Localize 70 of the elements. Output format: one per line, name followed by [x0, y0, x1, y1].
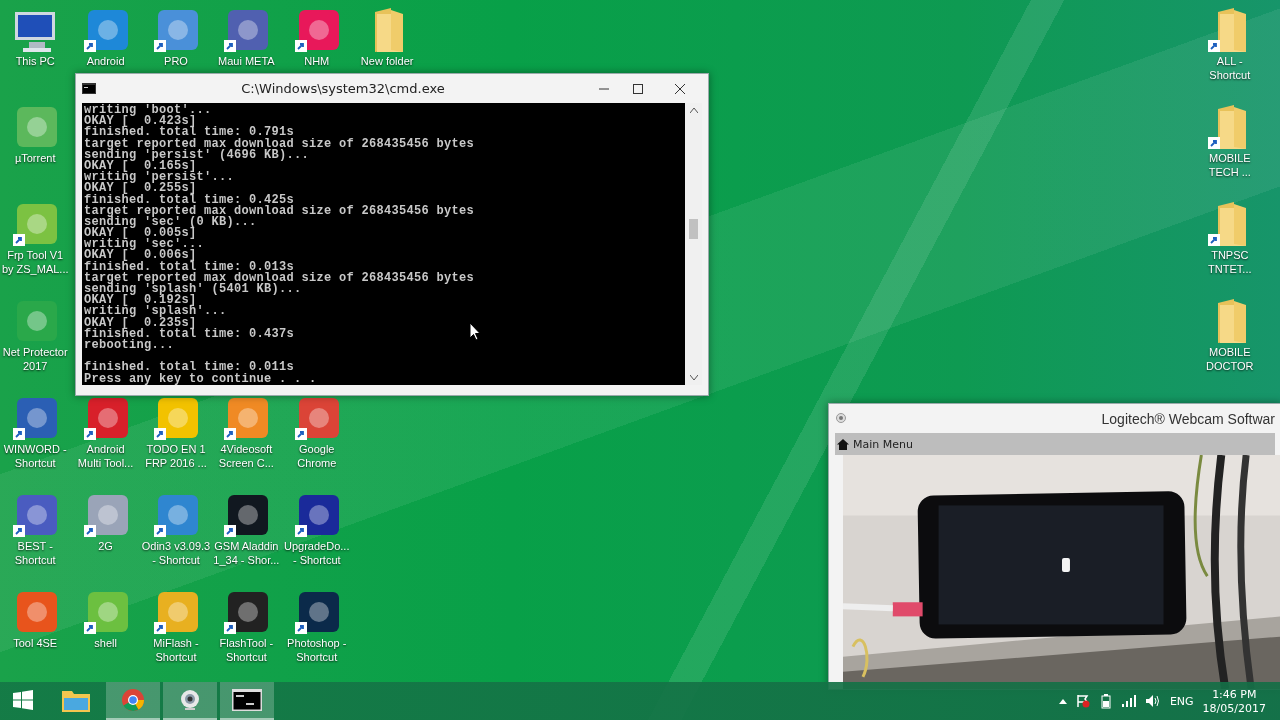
console-icon — [82, 83, 96, 94]
icon-label[interactable]: TNPSC TNTET... — [1208, 248, 1252, 276]
icon-label[interactable]: Maui META — [218, 54, 275, 68]
icon-label[interactable]: FlashTool - Shortcut — [219, 636, 274, 664]
icon-label[interactable]: MOBILE TECH ... — [1208, 151, 1251, 179]
console-line: OKAY [ 0.255s] — [84, 183, 197, 195]
clock-time[interactable]: 1:46 PM — [1212, 687, 1257, 701]
console-line: finished. total time: 0.011s — [84, 362, 295, 374]
icon-label[interactable]: Google Chrome — [297, 442, 337, 470]
scroll-thumb[interactable] — [689, 219, 698, 239]
console-line: Press any key to continue . . . — [84, 373, 317, 385]
console-line: rebooting... — [84, 339, 174, 352]
console-line: OKAY [ 0.006s] — [84, 250, 197, 262]
clock-date[interactable]: 18/05/2017 — [1202, 701, 1266, 715]
console-line: writing 'persist'... — [84, 172, 235, 184]
close-icon — [675, 83, 685, 94]
icon-label[interactable]: µTorrent — [14, 151, 56, 165]
webcam-icon — [835, 412, 847, 425]
console-line: target reported max download size of 268435456 bytes — [84, 272, 475, 284]
flag-icon[interactable] — [1075, 694, 1090, 708]
taskbar-button[interactable] — [220, 682, 274, 720]
windows-logo-icon — [13, 690, 33, 710]
signal-icon[interactable] — [1121, 695, 1136, 707]
icon-label[interactable]: Android — [86, 54, 125, 68]
console-line: writing 'splash'... — [84, 306, 227, 318]
mouse-cursor-icon — [469, 322, 481, 341]
console-line: sending 'splash' (5401 KB)... — [84, 284, 302, 296]
scroll-down-icon[interactable] — [689, 375, 698, 381]
language-indicator[interactable]: ENG — [1169, 694, 1194, 708]
icon-label[interactable]: New folder — [360, 54, 414, 68]
icon-label[interactable]: WINWORD - Shortcut — [3, 442, 67, 470]
icon-label[interactable]: PRO — [164, 54, 188, 68]
chevron-up-icon[interactable] — [1058, 698, 1067, 704]
battery-icon[interactable] — [1098, 693, 1113, 709]
main-menu-link[interactable]: Main Menu — [853, 437, 913, 451]
icon-label[interactable]: Android Multi Tool... — [77, 442, 134, 470]
console-line: OKAY [ 0.235s] — [84, 317, 197, 329]
console-icon — [232, 689, 262, 711]
console-line: finished. total time: 0.013s — [84, 261, 295, 273]
console-line: target reported max download size of 268435456 bytes — [84, 138, 475, 150]
icon-label[interactable]: Frp Tool V1 by ZS_MAL... — [1, 248, 69, 276]
home-icon[interactable] — [837, 438, 849, 450]
icon-label[interactable]: NHM — [304, 54, 330, 68]
icon-label[interactable]: Net Protector 2017 — [2, 345, 68, 373]
icon-label[interactable]: 4Videosoft Screen C... — [218, 442, 274, 470]
console-line: finished. total time: 0.791s — [84, 127, 295, 139]
icon-label[interactable]: shell — [94, 636, 117, 650]
icon-label[interactable]: Odin3 v3.09.3 - Shortcut — [141, 539, 211, 567]
icon-label[interactable]: MiFlash - Shortcut — [153, 636, 199, 664]
window-title: C:\Windows\system32\cmd.exe — [240, 81, 446, 96]
icon-label[interactable]: GSM Aladdin 1_34 - Shor... — [213, 539, 280, 567]
console-line: sending 'persist' (4696 KB)... — [84, 149, 310, 161]
console-line: finished. total time: 0.437s — [84, 328, 295, 340]
icon-label[interactable]: Tool 4SE — [13, 636, 58, 650]
console-line: target reported max download size of 268435456 bytes — [84, 205, 475, 217]
icon-label[interactable]: MOBILE DOCTOR — [1206, 345, 1254, 373]
icon-label[interactable]: BEST - Shortcut — [14, 539, 56, 567]
scroll-up-icon[interactable] — [689, 107, 698, 113]
icon-label[interactable]: This PC — [15, 54, 55, 68]
volume-icon[interactable] — [1144, 694, 1161, 708]
webcam-icon — [179, 689, 201, 711]
icon-label[interactable]: TODO EN 1 FRP 2016 ... — [145, 442, 207, 470]
icon-label[interactable]: UpgradeDo... - Shortcut — [284, 539, 350, 567]
window-title: Logitech® Webcam Softwar — [1100, 410, 1275, 427]
icon-label[interactable]: ALL - Shortcut — [1209, 54, 1251, 82]
console-line: finished. total time: 0.425s — [84, 194, 295, 206]
maximize-icon — [633, 83, 643, 94]
icon-label[interactable]: Photoshop - Shortcut — [287, 636, 347, 664]
browser-icon — [121, 688, 145, 712]
icon-label[interactable]: 2G — [98, 539, 113, 553]
